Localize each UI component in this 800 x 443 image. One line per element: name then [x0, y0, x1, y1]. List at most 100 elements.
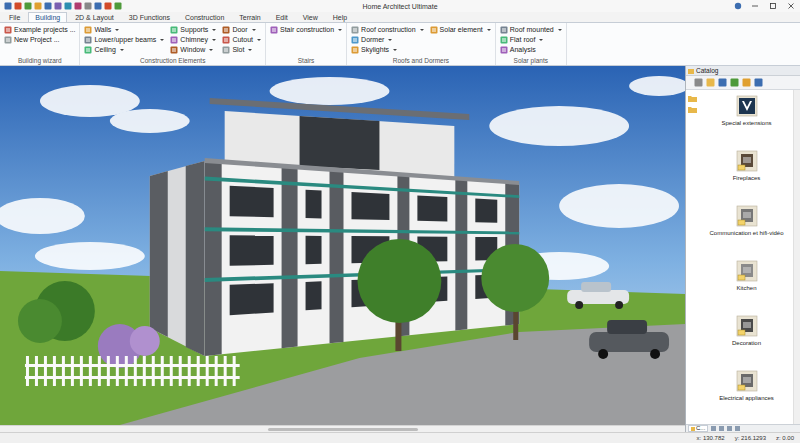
ribbon-tab[interactable]: Terrain — [232, 12, 267, 22]
3d-view[interactable] — [0, 66, 685, 425]
ribbon-tabs: FileBuilding2D & Layout3D FunctionsConst… — [0, 12, 800, 22]
ribbon-tool-icon — [170, 36, 178, 44]
quick-access-icon[interactable] — [34, 2, 42, 10]
quick-access-icon[interactable] — [64, 2, 72, 10]
ribbon-button[interactable]: Flat roof — [500, 35, 562, 44]
catalog-item[interactable]: Electrical appliances — [700, 370, 793, 424]
catalog-tool-button[interactable] — [754, 78, 763, 87]
minimize-button[interactable] — [750, 1, 760, 11]
ribbon-button[interactable]: Roof mounted — [500, 25, 562, 34]
maximize-button[interactable] — [768, 1, 778, 11]
ribbon-group-title: Building wizard — [4, 57, 75, 64]
ribbon-button[interactable]: Chimney — [170, 35, 216, 44]
ribbon-button[interactable]: Dormer — [351, 35, 423, 44]
ribbon-button[interactable]: Example projects ... — [4, 25, 75, 34]
quick-access-icon[interactable] — [14, 2, 22, 10]
ribbon-tab[interactable]: File — [2, 12, 27, 22]
dropdown-arrow-icon — [160, 39, 164, 41]
catalog-item[interactable]: Communication et hifi-vidéo — [700, 205, 793, 260]
quick-access-icon[interactable] — [104, 2, 112, 10]
dropdown-arrow-icon — [257, 39, 261, 41]
close-button[interactable] — [786, 1, 796, 11]
dropdown-arrow-icon — [209, 49, 213, 51]
catalog-item[interactable]: Kitchen — [700, 260, 793, 315]
ribbon-button[interactable]: Ceiling — [84, 45, 164, 54]
folder-icon[interactable] — [688, 95, 697, 102]
catalog-tab-icon[interactable] — [735, 426, 740, 431]
quick-access-icon[interactable] — [74, 2, 82, 10]
ribbon-button[interactable]: Skylights — [351, 45, 423, 54]
folder-icon[interactable] — [688, 106, 697, 113]
catalog-tool-button[interactable] — [694, 78, 703, 87]
horizontal-scrollbar[interactable] — [0, 425, 685, 432]
ribbon-column: Roof mountedFlat roofAnalysis — [500, 25, 562, 54]
quick-access-icon[interactable] — [54, 2, 62, 10]
ribbon-button[interactable]: Stair construction — [270, 25, 342, 34]
quick-access-icon[interactable] — [84, 2, 92, 10]
dropdown-arrow-icon — [338, 29, 342, 31]
ribbon-button[interactable]: New Project ... — [4, 35, 75, 44]
ribbon-button[interactable]: Slot — [222, 45, 261, 54]
catalog-tool-button[interactable] — [718, 78, 727, 87]
ribbon-tab[interactable]: Help — [326, 12, 354, 22]
catalog-tab-icon[interactable] — [727, 426, 732, 431]
ribbon-group-title: Roofs and Dormers — [351, 57, 491, 64]
scroll-thumb[interactable] — [268, 428, 418, 431]
ribbon-tab[interactable]: Building — [28, 12, 67, 22]
help-icon[interactable] — [734, 2, 742, 10]
catalog-tab-icon[interactable] — [719, 426, 724, 431]
catalog-tool-button[interactable] — [742, 78, 751, 87]
y-coordinate: y: 216.1293 — [735, 435, 766, 441]
ribbon-tab[interactable]: Edit — [269, 12, 295, 22]
ribbon-button[interactable]: Door — [222, 25, 261, 34]
quick-access-icon[interactable] — [44, 2, 52, 10]
ribbon-tool-icon — [4, 26, 12, 34]
dropdown-arrow-icon — [558, 29, 562, 31]
catalog-tool-icon — [754, 78, 763, 87]
window-controls — [556, 1, 796, 11]
ribbon-tab[interactable]: Construction — [178, 12, 231, 22]
ribbon-button[interactable]: Walls — [84, 25, 164, 34]
catalog-1-icon — [736, 150, 758, 172]
ribbon-group-title: Construction Elements — [84, 57, 261, 64]
ribbon-button[interactable]: Roof construction — [351, 25, 423, 34]
dropdown-arrow-icon — [539, 39, 543, 41]
ribbon-tool-icon — [4, 36, 12, 44]
catalog-tab[interactable]: C... — [688, 425, 708, 432]
ribbon-tool-icon — [222, 26, 230, 34]
quick-access-icon[interactable] — [4, 2, 12, 10]
ribbon-tab[interactable]: 2D & Layout — [68, 12, 121, 22]
ribbon-column: Example projects ...New Project ... — [4, 25, 75, 44]
ribbon-tab[interactable]: 3D Functions — [122, 12, 177, 22]
ribbon-button[interactable]: Analysis — [500, 45, 562, 54]
vertical-scrollbar[interactable] — [793, 90, 800, 424]
catalog-item[interactable]: Special extensions — [700, 95, 793, 150]
quick-access-icon[interactable] — [24, 2, 32, 10]
quick-access-icon[interactable] — [94, 2, 102, 10]
catalog-tool-icon — [718, 78, 727, 87]
catalog-5-icon — [736, 370, 758, 392]
building — [150, 98, 519, 356]
ribbon-button[interactable]: Supports — [170, 25, 216, 34]
minimize-icon — [751, 2, 759, 10]
ribbon-button[interactable]: Cutout — [222, 35, 261, 44]
ribbon-column: Stair construction — [270, 25, 342, 34]
cars — [567, 282, 669, 359]
ribbon-tool-icon — [500, 36, 508, 44]
ribbon-button[interactable]: Solar element — [430, 25, 491, 34]
x-coordinate: x: 130.782 — [697, 435, 725, 441]
catalog-tool-button[interactable] — [706, 78, 715, 87]
app-window: Home Architect UltimateFileBuilding2D & … — [0, 0, 800, 443]
ribbon-tool-icon — [170, 26, 178, 34]
dropdown-arrow-icon — [388, 39, 392, 41]
catalog-tab-icon[interactable] — [711, 426, 716, 431]
catalog-item[interactable]: Fireplaces — [700, 150, 793, 205]
ribbon-group: Stair constructionStairs — [266, 23, 347, 65]
ribbon-button[interactable]: Window — [170, 45, 216, 54]
quick-access-icon[interactable] — [114, 2, 122, 10]
ribbon-button[interactable]: Lower/upper beams — [84, 35, 164, 44]
z-coordinate: z: 0.00 — [776, 435, 794, 441]
catalog-tool-button[interactable] — [730, 78, 739, 87]
catalog-item[interactable]: Decoration — [700, 315, 793, 370]
ribbon-tab[interactable]: View — [296, 12, 325, 22]
